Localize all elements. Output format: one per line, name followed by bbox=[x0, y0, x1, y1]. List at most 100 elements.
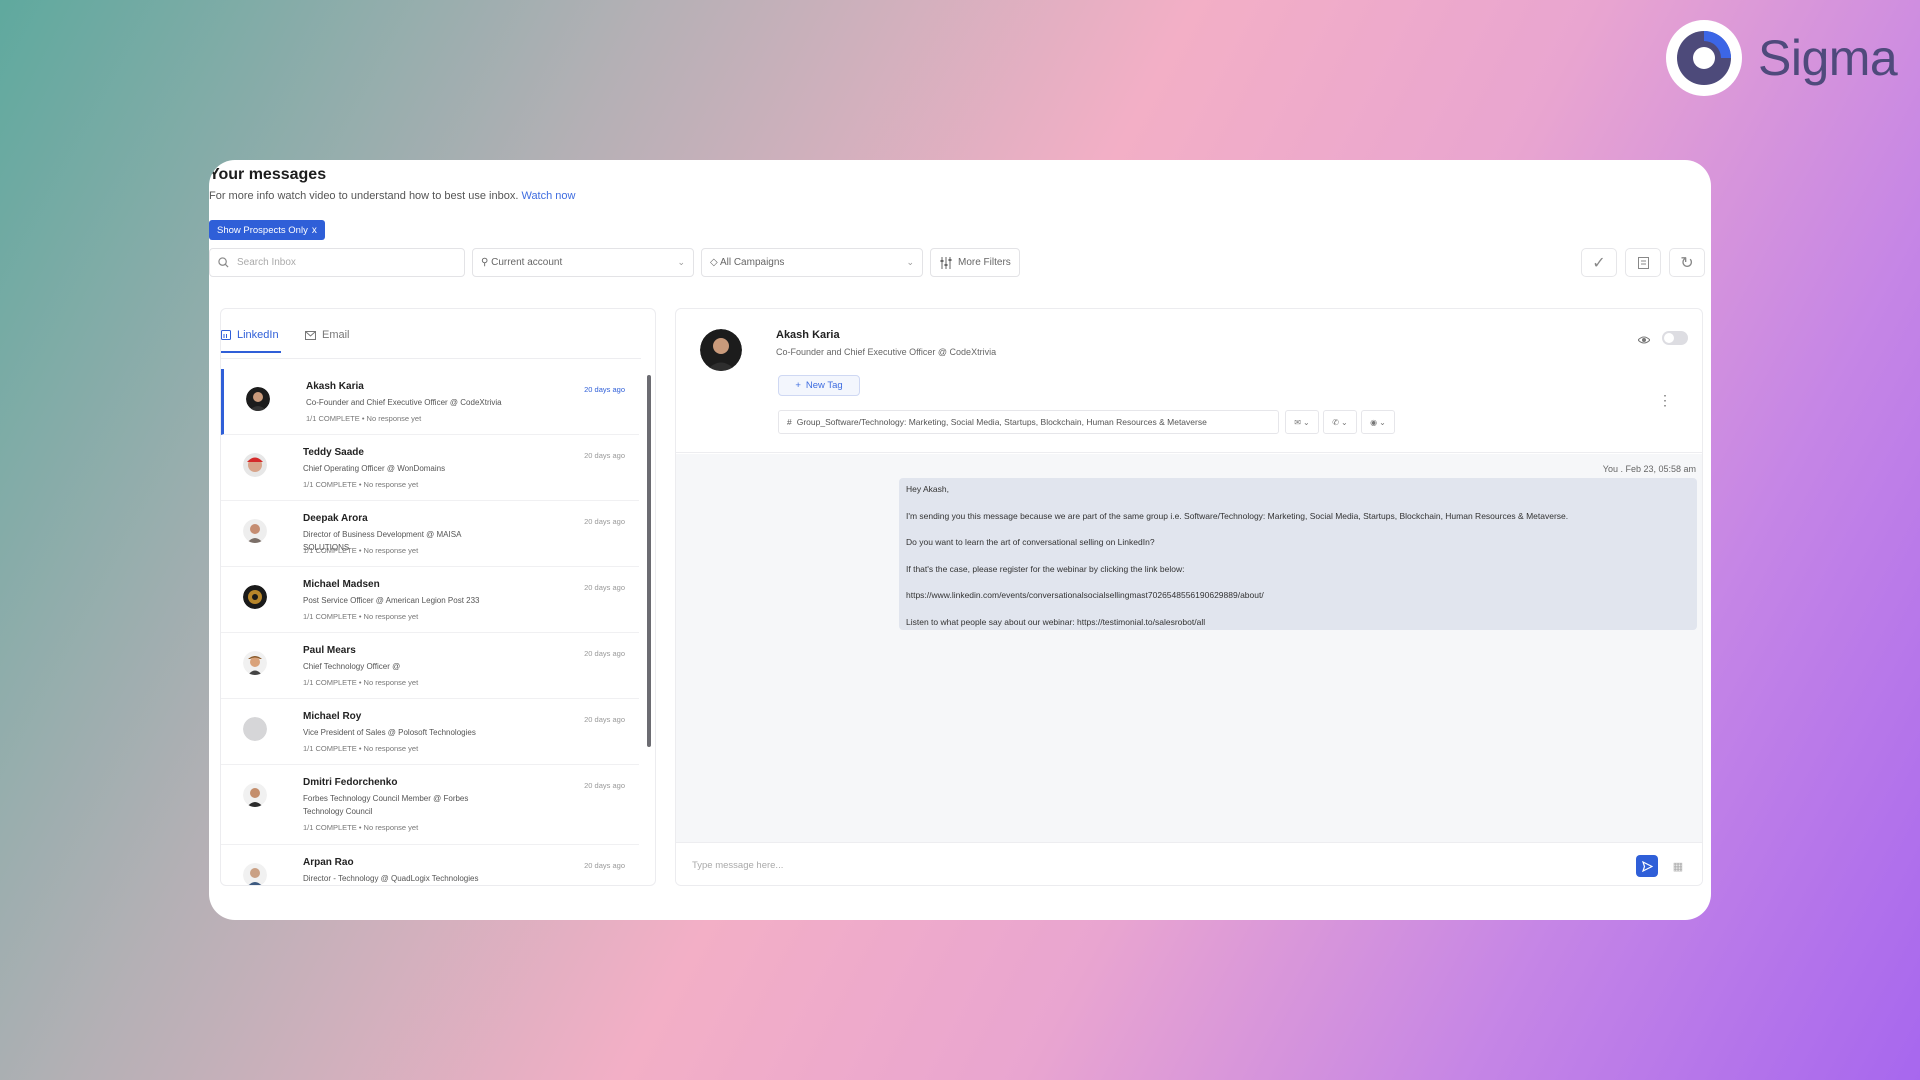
more-filters-button[interactable]: More Filters bbox=[930, 248, 1020, 277]
account-label: Current account bbox=[491, 257, 563, 268]
search-icon bbox=[218, 257, 229, 268]
contact-name: Akash Karia bbox=[306, 381, 364, 392]
conversation-item[interactable]: Michael Madsen Post Service Officer @ Am… bbox=[221, 567, 639, 633]
contact-title: Chief Operating Officer @ WonDomains bbox=[303, 464, 446, 473]
contact-name: Michael Madsen bbox=[303, 579, 380, 590]
conversation-item[interactable]: Deepak Arora Director of Business Develo… bbox=[221, 501, 639, 567]
page-title: Your messages bbox=[209, 166, 327, 183]
phone-icon: ✆ bbox=[1332, 417, 1339, 427]
brand-logo: Sigma bbox=[1664, 18, 1898, 98]
contact-name: Teddy Saade bbox=[303, 447, 364, 458]
contact-name: Akash Karia bbox=[776, 329, 840, 341]
last-activity-time: 20 days ago bbox=[584, 715, 625, 724]
sequence-status: 1/1 COMPLETE • No response yet bbox=[303, 546, 419, 555]
tab-email[interactable]: Email bbox=[305, 329, 350, 351]
last-activity-time: 20 days ago bbox=[584, 583, 625, 592]
web-dropdown[interactable]: ◉ ⌄ bbox=[1361, 410, 1395, 434]
sequence-status: 1/1 COMPLETE • No response yet bbox=[306, 414, 422, 423]
watch-now-link[interactable]: Watch now bbox=[521, 190, 575, 202]
sequence-status: 1/1 COMPLETE • No response yet bbox=[303, 612, 419, 621]
last-activity-time: 20 days ago bbox=[584, 451, 625, 460]
expand-icon[interactable]: ▦ bbox=[1670, 858, 1686, 874]
mail-icon: ✉ bbox=[1294, 417, 1301, 427]
check-icon: ✓ bbox=[1592, 254, 1606, 272]
mark-done-button[interactable]: ✓ bbox=[1581, 248, 1617, 277]
email-dropdown[interactable]: ✉ ⌄ bbox=[1285, 410, 1319, 434]
new-tag-button[interactable]: + New Tag bbox=[778, 375, 860, 396]
export-button[interactable] bbox=[1625, 248, 1661, 277]
message-line: Hey Akash, bbox=[906, 484, 949, 494]
conversation-item[interactable]: Arpan Rao Director - Technology @ QuadLo… bbox=[221, 845, 639, 885]
conversation-item[interactable]: Paul Mears Chief Technology Officer @ 1/… bbox=[221, 633, 639, 699]
conversation-item[interactable]: Dmitri Fedorchenko Forbes Technology Cou… bbox=[221, 765, 639, 845]
last-activity-time: 20 days ago bbox=[584, 781, 625, 790]
message-line: I'm sending you this message because we … bbox=[906, 510, 1569, 521]
contact-name: Deepak Arora bbox=[303, 513, 368, 524]
message-composer[interactable]: Type message here... ▦ bbox=[676, 842, 1702, 885]
chevron-down-icon: ⌄ bbox=[1341, 417, 1348, 427]
avatar bbox=[243, 585, 267, 609]
inbox-window: Your messages For more info watch video … bbox=[209, 160, 1711, 920]
conversation-item[interactable]: Teddy Saade Chief Operating Officer @ Wo… bbox=[221, 435, 639, 501]
avatar bbox=[243, 717, 267, 741]
refresh-button[interactable]: ↻ bbox=[1669, 248, 1705, 277]
conversation-panel: Akash Karia Co-Founder and Chief Executi… bbox=[675, 308, 1703, 886]
user-icon: ⚲ bbox=[481, 257, 489, 268]
sequence-status: 1/1 COMPLETE • No response yet bbox=[303, 823, 419, 832]
group-tag-label: Group_Software/Technology: Marketing, So… bbox=[796, 417, 1207, 427]
chip-close-icon[interactable]: x bbox=[312, 225, 317, 236]
campaign-select-value: ◇ All Campaigns bbox=[710, 257, 784, 268]
tab-linkedin[interactable]: LinkedIn bbox=[221, 329, 281, 353]
hash-icon: # bbox=[787, 417, 792, 427]
eye-icon[interactable] bbox=[1637, 331, 1651, 349]
chip-label: Show Prospects Only bbox=[217, 224, 308, 236]
last-activity-time: 20 days ago bbox=[584, 649, 625, 658]
tab-email-label: Email bbox=[322, 329, 350, 341]
chevron-down-icon: ⌄ bbox=[906, 257, 914, 267]
sequence-status: 1/1 COMPLETE • No response yet bbox=[303, 480, 419, 489]
visibility-toggle[interactable] bbox=[1662, 331, 1688, 345]
message-line: Listen to what people say about our webi… bbox=[906, 616, 1206, 627]
new-tag-label: New Tag bbox=[805, 380, 843, 391]
conversation-item[interactable]: Akash Karia Co-Founder and Chief Executi… bbox=[221, 369, 639, 435]
phone-dropdown[interactable]: ✆ ⌄ bbox=[1323, 410, 1357, 434]
mail-icon bbox=[305, 330, 316, 340]
avatar bbox=[243, 783, 267, 807]
contact-title: Post Service Officer @ American Legion P… bbox=[303, 596, 480, 605]
avatar bbox=[243, 651, 267, 675]
sigma-logo-icon bbox=[1664, 18, 1744, 98]
campaign-select[interactable]: ◇ All Campaigns ⌄ bbox=[701, 248, 923, 277]
campaign-label: All Campaigns bbox=[719, 257, 785, 268]
contact-title: Vice President of Sales @ Polosoft Techn… bbox=[303, 728, 476, 737]
tab-linkedin-label: LinkedIn bbox=[237, 329, 279, 341]
contact-title: Director - Technology @ QuadLogix Techno… bbox=[303, 874, 479, 883]
last-activity-time: 20 days ago bbox=[584, 861, 625, 870]
account-select[interactable]: ⚲ Current account ⌄ bbox=[472, 248, 694, 277]
avatar bbox=[246, 387, 270, 411]
message-link[interactable]: https://www.linkedin.com/events/conversa… bbox=[906, 590, 1690, 617]
search-input[interactable]: Search Inbox bbox=[209, 248, 465, 277]
message-line: If that's the case, please register for … bbox=[906, 563, 1185, 574]
message-thread: You . Feb 23, 05:58 am Hey Akash, I'm se… bbox=[676, 454, 1702, 842]
send-button[interactable] bbox=[1636, 855, 1658, 877]
brand-name: Sigma bbox=[1758, 30, 1898, 86]
contact-name: Michael Roy bbox=[303, 711, 362, 722]
chevron-down-icon: ⌄ bbox=[677, 257, 685, 267]
group-tag: # Group_Software/Technology: Marketing, … bbox=[778, 410, 1279, 434]
last-activity-time: 20 days ago bbox=[584, 385, 625, 394]
page-subtitle: For more info watch video to understand … bbox=[209, 190, 575, 202]
contact-name: Arpan Rao bbox=[303, 857, 354, 868]
message-bubble: Hey Akash, I'm sending you this message … bbox=[899, 478, 1697, 630]
send-icon bbox=[1641, 860, 1653, 872]
conversation-item[interactable]: Michael Roy Vice President of Sales @ Po… bbox=[221, 699, 639, 765]
contact-avatar bbox=[700, 329, 742, 371]
contact-name: Paul Mears bbox=[303, 645, 356, 656]
list-scrollbar[interactable] bbox=[647, 375, 651, 747]
avatar bbox=[243, 863, 267, 885]
more-options-icon[interactable]: ⋮ bbox=[1658, 393, 1672, 407]
message-meta: You . Feb 23, 05:58 am bbox=[1602, 464, 1696, 474]
message-line: Do you want to learn the art of conversa… bbox=[906, 537, 1155, 547]
chevron-down-icon: ⌄ bbox=[1379, 417, 1386, 427]
linkedin-icon bbox=[221, 330, 231, 340]
show-prospects-chip[interactable]: Show Prospects Only x bbox=[209, 220, 325, 240]
